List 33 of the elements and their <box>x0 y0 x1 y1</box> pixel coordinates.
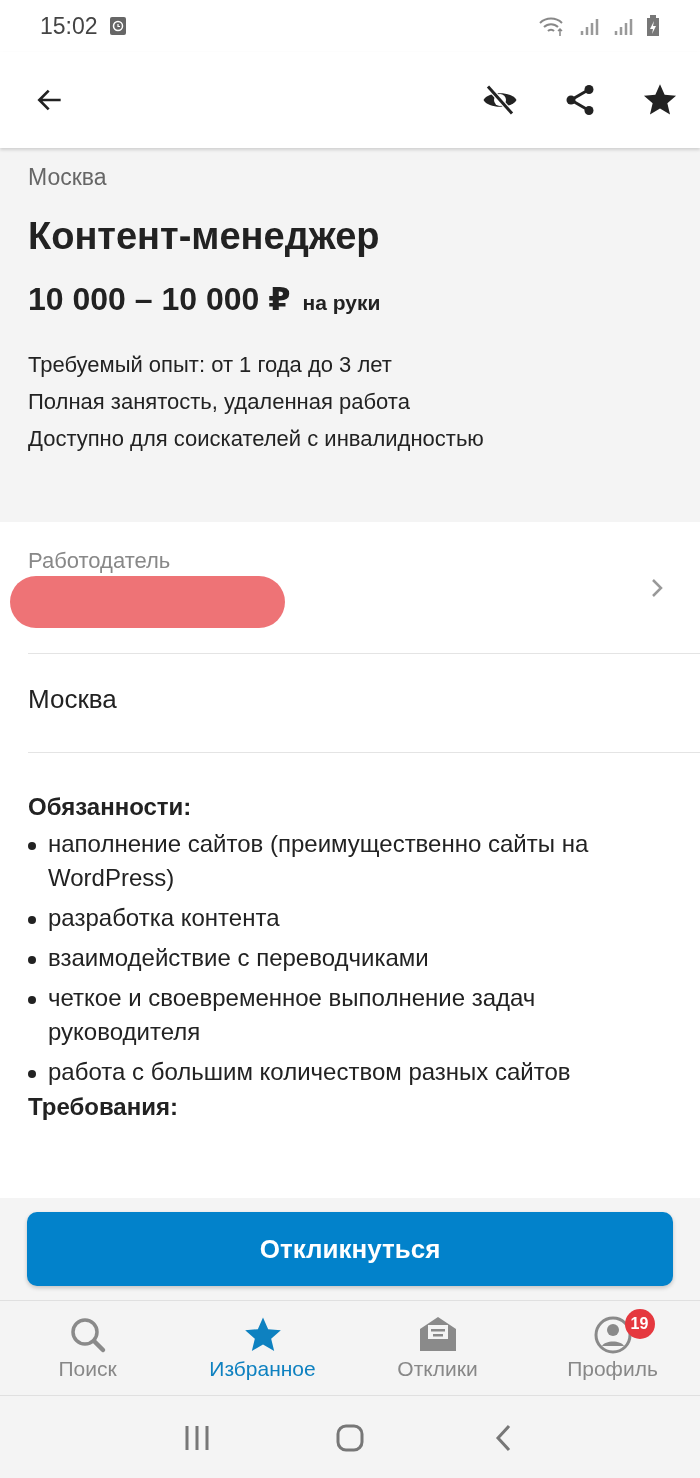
chevron-icon <box>650 576 664 599</box>
home-icon <box>335 1422 365 1453</box>
nav-tab[interactable]: Избранное <box>175 1301 350 1395</box>
apply-button[interactable]: Откликнуться <box>27 1212 673 1286</box>
nav-tab[interactable]: Отклики <box>350 1301 525 1395</box>
section-heading: Требования: <box>28 1093 179 1121</box>
vacancy-fact: Требуемый опыт: от 1 года до 3 лет <box>28 352 393 378</box>
duty-text: наполнение сайтов (преимущественно сайты на WordPress) <box>48 829 590 893</box>
salary-note: на руки <box>302 291 381 315</box>
clock-icon <box>109 17 126 35</box>
vacancy-fact: Доступно для соискателей с инвалидностью <box>28 426 485 452</box>
vacancy-title: Контент-менеджер <box>28 215 381 258</box>
notification-badge: 19 <box>624 1309 655 1339</box>
bullet-icon <box>28 1070 36 1078</box>
employer-label: Работодатель <box>28 547 172 574</box>
vacancy-fact: Полная занятость, удаленная работа <box>28 389 411 415</box>
employer-row[interactable]: Работодатель <box>0 522 700 653</box>
bullet-icon <box>28 916 36 924</box>
status-time: 15:02 <box>40 12 98 40</box>
bullet-icon <box>28 996 36 1004</box>
nav-tab[interactable]: Профиль 19 <box>525 1301 700 1395</box>
section-heading: Обязанности: <box>28 793 193 821</box>
duty-text: работа с большим количеством разных сайтов <box>48 1057 571 1087</box>
bullet-icon <box>28 842 36 850</box>
vacancy-city: Москва <box>28 164 108 191</box>
address-text: Москва <box>27 683 118 716</box>
duty-text: разработка контента <box>48 903 280 933</box>
battery-icon <box>646 15 660 37</box>
salary-amount: 10 000 – 10 000 ₽ <box>28 280 291 318</box>
bullet-icon <box>28 956 36 964</box>
profile-icon <box>592 1315 633 1355</box>
nav-tab[interactable]: Поиск <box>0 1301 175 1395</box>
duty-text: взаимодействие с переводчиками <box>48 943 429 973</box>
